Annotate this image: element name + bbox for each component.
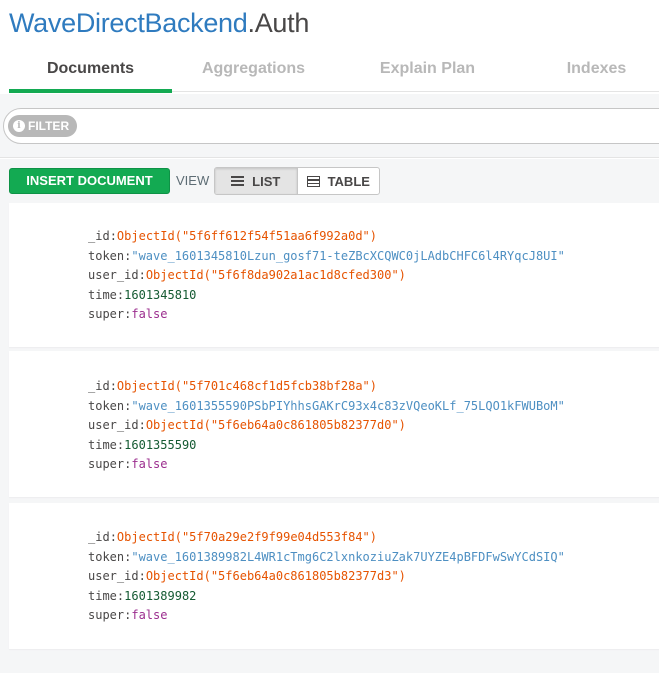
view-switcher: LIST TABLE <box>214 167 380 195</box>
field-time: time:1601345810 <box>88 287 197 302</box>
list-icon <box>231 176 245 186</box>
tab-explain-plan[interactable]: Explain Plan <box>346 48 509 92</box>
field-id: _id:ObjectId("5f70a29e2f9f99e04d553f84") <box>88 530 378 544</box>
field-value: ObjectId("5f6eb64a0c861805b82377d3") <box>145 569 406 583</box>
list-view-button[interactable]: LIST <box>215 168 298 194</box>
field-super: super:false <box>88 608 168 622</box>
field-user-id: user_id:ObjectId("5f6eb64a0c861805b82377… <box>88 418 406 432</box>
tab-aggregations[interactable]: Aggregations <box>172 48 335 92</box>
field-token: token:"wave_1601355590PSbPIYhhsGAKrC93x4… <box>88 398 565 413</box>
field-value: ObjectId("5f701c468cf1d5fcb38bf28a") <box>116 379 378 393</box>
database-name[interactable]: WaveDirectBackend <box>9 8 248 38</box>
document-card[interactable]: _id:ObjectId("5f70a29e2f9f99e04d553f84")… <box>9 503 659 649</box>
field-user-id: user_id:ObjectId("5f6f8da902a1ac1d8cfed3… <box>88 268 406 282</box>
field-value: 1601389982 <box>124 588 197 603</box>
field-user-id: user_id:ObjectId("5f6eb64a0c861805b82377… <box>88 569 406 583</box>
field-value: 1601345810 <box>124 287 197 302</box>
query-bar: i FILTER <box>0 94 659 158</box>
field-time: time:1601389982 <box>88 588 197 603</box>
filter-label: FILTER <box>28 119 70 133</box>
documents-toolbar: INSERT DOCUMENT VIEW LIST TABLE <box>0 159 659 203</box>
field-token: token:"wave_1601389982L4WR1cTmg6C2lxnkoz… <box>88 549 565 564</box>
field-value: ObjectId("5f6f8da902a1ac1d8cfed300") <box>145 268 406 282</box>
page-title: WaveDirectBackend.Auth <box>9 8 309 39</box>
filter-input[interactable]: i FILTER <box>3 108 659 144</box>
field-id: _id:ObjectId("5f6ff612f54f51aa6f992a0d") <box>88 229 378 243</box>
tab-bar: Documents Aggregations Explain Plan Inde… <box>9 48 659 93</box>
tab-documents[interactable]: Documents <box>9 48 172 93</box>
view-label: VIEW <box>176 173 210 188</box>
field-super: super:false <box>88 457 168 471</box>
info-icon: i <box>13 120 25 132</box>
field-value: false <box>131 457 168 471</box>
field-super: super:false <box>88 307 168 321</box>
document-fields: _id:ObjectId("5f6ff612f54f51aa6f992a0d")… <box>88 227 565 325</box>
field-value: false <box>131 608 168 622</box>
document-fields: _id:ObjectId("5f70a29e2f9f99e04d553f84")… <box>88 528 565 626</box>
field-value: ObjectId("5f70a29e2f9f99e04d553f84") <box>116 530 378 544</box>
field-id: _id:ObjectId("5f701c468cf1d5fcb38bf28a") <box>88 379 378 393</box>
field-value: ObjectId("5f6eb64a0c861805b82377d0") <box>145 418 406 432</box>
field-value: "wave_1601355590PSbPIYhhsGAKrC93x4c83zVQ… <box>131 398 565 413</box>
document-card[interactable]: _id:ObjectId("5f6ff612f54f51aa6f992a0d")… <box>9 203 659 347</box>
table-view-label: TABLE <box>327 173 370 189</box>
list-view-label: LIST <box>252 173 281 189</box>
field-time: time:1601355590 <box>88 437 197 452</box>
field-value: 1601355590 <box>124 437 197 452</box>
document-fields: _id:ObjectId("5f701c468cf1d5fcb38bf28a")… <box>88 377 565 475</box>
collection-name: .Auth <box>247 8 310 38</box>
insert-document-button[interactable]: INSERT DOCUMENT <box>9 168 170 194</box>
field-value: "wave_1601345810Lzun_gosf71-teZBcXCQWC0j… <box>131 248 565 263</box>
field-token: token:"wave_1601345810Lzun_gosf71-teZBcX… <box>88 248 565 263</box>
document-card[interactable]: _id:ObjectId("5f701c468cf1d5fcb38bf28a")… <box>9 351 659 497</box>
field-value: ObjectId("5f6ff612f54f51aa6f992a0d") <box>116 229 378 243</box>
table-icon <box>306 175 320 187</box>
field-value: false <box>131 307 168 321</box>
table-view-button[interactable]: TABLE <box>298 168 380 194</box>
filter-pill[interactable]: i FILTER <box>8 115 78 137</box>
document-list: _id:ObjectId("5f6ff612f54f51aa6f992a0d")… <box>0 203 659 673</box>
field-value: "wave_1601389982L4WR1cTmg6C2lxnkoziuZak7… <box>131 549 565 564</box>
tab-indexes[interactable]: Indexes <box>515 48 659 92</box>
